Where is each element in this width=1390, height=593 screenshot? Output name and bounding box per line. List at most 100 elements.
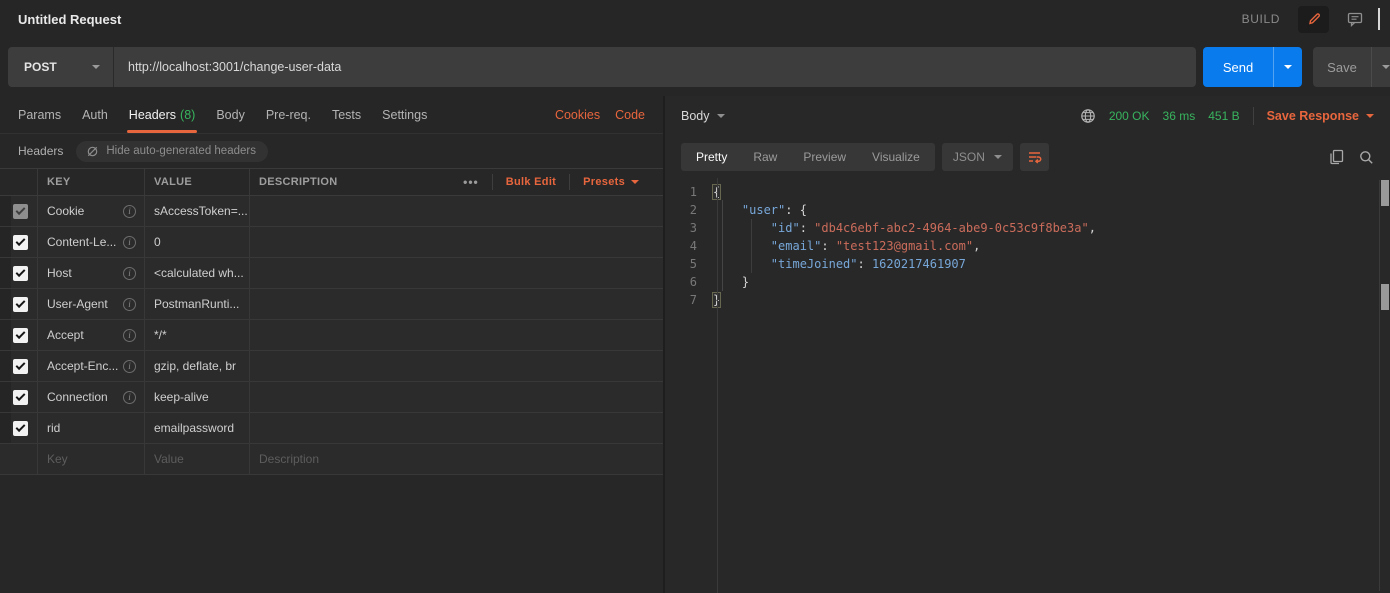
header-value-text: emailpassword <box>154 421 234 435</box>
info-icon[interactable]: i <box>123 298 136 311</box>
drag-handle[interactable] <box>0 289 11 319</box>
header-description-cell[interactable] <box>250 320 663 350</box>
vertical-scrollbar[interactable] <box>1379 180 1388 591</box>
view-tab-pretty[interactable]: Pretty <box>683 143 740 171</box>
info-icon[interactable]: i <box>123 205 136 218</box>
header-enabled-checkbox[interactable] <box>13 390 28 405</box>
more-options-icon[interactable]: ••• <box>463 175 479 189</box>
header-row: Hosti <calculated wh... <box>0 258 663 289</box>
url-assembly: POST http://localhost:3001/change-user-d… <box>8 47 1196 87</box>
drag-handle[interactable] <box>0 351 11 381</box>
header-key-text: rid <box>47 421 60 435</box>
header-value-cell[interactable]: keep-alive <box>145 382 250 412</box>
header-description-cell[interactable] <box>250 258 663 288</box>
bulk-edit-button[interactable]: Bulk Edit <box>506 176 556 188</box>
tab-settings[interactable]: Settings <box>382 96 427 133</box>
info-icon[interactable]: i <box>123 391 136 404</box>
info-icon[interactable]: i <box>123 267 136 280</box>
scrollbar-thumb[interactable] <box>1381 284 1389 310</box>
chevron-down-icon <box>1382 65 1390 69</box>
response-time: 36 ms <box>1163 109 1196 123</box>
hide-autogenerated-toggle[interactable]: Hide auto-generated headers <box>76 141 268 162</box>
response-body-dropdown[interactable]: Body <box>681 109 725 123</box>
header-enabled-checkbox[interactable] <box>13 204 28 219</box>
tab-tests[interactable]: Tests <box>332 96 361 133</box>
method-dropdown[interactable]: POST <box>8 47 114 87</box>
header-key-cell[interactable]: Content-Le...i <box>38 227 145 257</box>
header-value-cell[interactable]: PostmanRunti... <box>145 289 250 319</box>
header-key-cell[interactable]: rid <box>38 413 145 443</box>
drag-handle[interactable] <box>0 413 11 443</box>
new-value-input[interactable]: Value <box>145 444 250 474</box>
send-button[interactable]: Send <box>1203 47 1273 87</box>
header-enabled-checkbox[interactable] <box>13 235 28 250</box>
tab-headers[interactable]: Headers(8) <box>129 96 196 133</box>
edit-pencil-button[interactable] <box>1298 6 1329 33</box>
header-value-cell[interactable]: gzip, deflate, br <box>145 351 250 381</box>
response-body-editor[interactable]: 1{2 "user": {3 "id": "db4c6ebf-abc2-4964… <box>665 178 1390 593</box>
header-enabled-checkbox[interactable] <box>13 297 28 312</box>
new-description-input[interactable]: Description <box>250 444 663 474</box>
header-key-cell[interactable]: Cookiei <box>38 196 145 226</box>
presets-dropdown[interactable]: Presets <box>583 176 639 188</box>
header-description-cell[interactable] <box>250 351 663 381</box>
drag-handle[interactable] <box>0 258 11 288</box>
globe-icon[interactable] <box>1080 108 1096 124</box>
header-key-cell[interactable]: Hosti <box>38 258 145 288</box>
header-value-text: <calculated wh... <box>154 266 244 280</box>
info-icon[interactable]: i <box>123 329 136 342</box>
wrap-text-button[interactable] <box>1020 143 1049 171</box>
new-header-row[interactable]: Key Value Description <box>0 444 663 475</box>
info-icon[interactable]: i <box>123 360 136 373</box>
scrollbar-thumb[interactable] <box>1381 180 1389 206</box>
view-tab-raw[interactable]: Raw <box>740 143 790 171</box>
header-key-cell[interactable]: Connectioni <box>38 382 145 412</box>
header-value-cell[interactable]: emailpassword <box>145 413 250 443</box>
header-enabled-checkbox[interactable] <box>13 359 28 374</box>
header-key-cell[interactable]: Accept-Enc...i <box>38 351 145 381</box>
info-icon[interactable]: i <box>123 236 136 249</box>
header-key-cell[interactable]: User-Agenti <box>38 289 145 319</box>
drag-handle[interactable] <box>0 320 11 350</box>
save-button[interactable]: Save <box>1313 47 1371 87</box>
tab-params[interactable]: Params <box>18 96 61 133</box>
save-response-dropdown[interactable]: Save Response <box>1267 109 1374 123</box>
code-line: 2 "user": { <box>665 201 1390 219</box>
tab-prereq[interactable]: Pre-req. <box>266 96 311 133</box>
header-row: Content-Le...i0 <box>0 227 663 258</box>
header-description-cell[interactable] <box>250 227 663 257</box>
header-key-cell[interactable]: Accepti <box>38 320 145 350</box>
copy-icon[interactable] <box>1329 149 1344 165</box>
tab-body[interactable]: Body <box>216 96 245 133</box>
code-lines: 1{2 "user": {3 "id": "db4c6ebf-abc2-4964… <box>665 183 1390 309</box>
header-enabled-checkbox[interactable] <box>13 266 28 281</box>
wrap-text-icon <box>1027 150 1042 164</box>
drag-handle[interactable] <box>0 196 11 226</box>
header-description-cell[interactable] <box>250 196 663 226</box>
header-value-cell[interactable]: <calculated wh... <box>145 258 250 288</box>
tab-auth[interactable]: Auth <box>82 96 108 133</box>
search-icon[interactable] <box>1359 150 1374 165</box>
header-enabled-checkbox[interactable] <box>13 421 28 436</box>
format-dropdown[interactable]: JSON <box>942 143 1013 171</box>
drag-handle[interactable] <box>0 227 11 257</box>
header-value-text: PostmanRunti... <box>154 297 239 311</box>
comment-button[interactable] <box>1339 6 1370 33</box>
header-value-cell[interactable]: 0 <box>145 227 250 257</box>
header-enabled-checkbox[interactable] <box>13 328 28 343</box>
header-value-cell[interactable]: */* <box>145 320 250 350</box>
view-tab-visualize[interactable]: Visualize <box>859 143 933 171</box>
cookies-link[interactable]: Cookies <box>555 108 600 122</box>
new-key-input[interactable]: Key <box>38 444 145 474</box>
url-input[interactable]: http://localhost:3001/change-user-data <box>114 47 1196 87</box>
header-description-cell[interactable] <box>250 382 663 412</box>
divider <box>492 174 493 190</box>
save-options-button[interactable] <box>1371 47 1390 87</box>
view-tab-preview[interactable]: Preview <box>790 143 859 171</box>
code-link[interactable]: Code <box>615 108 645 122</box>
send-options-button[interactable] <box>1273 47 1302 87</box>
header-description-cell[interactable] <box>250 289 663 319</box>
header-description-cell[interactable] <box>250 413 663 443</box>
drag-handle[interactable] <box>0 382 11 412</box>
header-value-cell[interactable]: sAccessToken=... <box>145 196 250 226</box>
